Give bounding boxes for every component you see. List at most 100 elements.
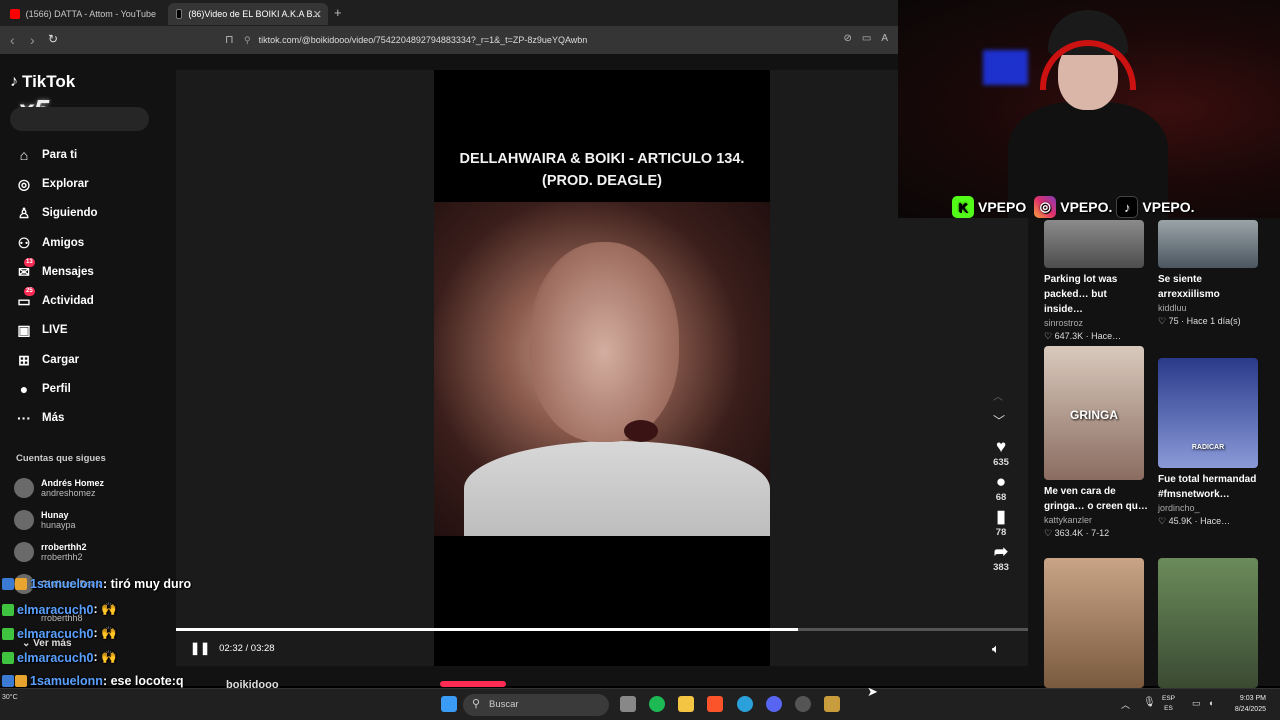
chat-username[interactable]: 1samuelonn: [30, 674, 103, 688]
pause-icon[interactable]: ❚❚: [190, 641, 210, 655]
video-thumbnail[interactable]: [1158, 220, 1258, 268]
discord-icon[interactable]: [766, 696, 782, 712]
sidebar-item-para-ti[interactable]: ⌂ Para ti: [0, 140, 176, 169]
speaker-icon[interactable]: ◖: [1208, 698, 1213, 708]
clock-time: 9:03 PM: [1239, 695, 1266, 702]
avatar: [14, 510, 34, 530]
neon-sign: [983, 50, 1028, 85]
tab-tiktok[interactable]: (86)Video de EL BOIKI A.K.A B... ✕: [168, 3, 328, 25]
tiktok-logo[interactable]: ♪ TikTok x5: [10, 72, 75, 125]
network-icon[interactable]: ▭: [1192, 698, 1201, 709]
comment-action[interactable]: ● 68: [988, 472, 1014, 503]
sidebar-item-perfil[interactable]: ● Perfil: [0, 374, 176, 403]
action-count: 635: [993, 457, 1009, 468]
sidebar-item-actividad[interactable]: ▭ 25 Actividad: [0, 286, 176, 315]
chat-username[interactable]: elmaracuch0: [17, 627, 93, 641]
following-item[interactable]: rroberthh2 rroberthh2: [14, 536, 174, 568]
forward-arrow-icon[interactable]: ›: [30, 32, 35, 48]
sidebar-item-live[interactable]: ▣ LIVE: [0, 316, 176, 345]
video-progress-fill: [176, 628, 798, 631]
heart-action[interactable]: ♥ 635: [988, 437, 1014, 468]
translate-icon[interactable]: A: [881, 33, 888, 44]
volume-icon[interactable]: 🔈︎: [992, 641, 1000, 657]
no-tracking-icon[interactable]: ⊘: [843, 33, 851, 44]
screen: (1566) DATTA - Attom - YouTube (86)Video…: [0, 0, 1280, 720]
following-icon: ♙: [17, 205, 31, 222]
sidebar-item-mensajes[interactable]: ✉ 13 Mensajes: [0, 257, 176, 286]
video-stats: ♡ 45.9K · Hace…: [1158, 516, 1231, 526]
mouse-cursor-icon: ➤: [867, 684, 878, 699]
social-handles: K VPEPO ◎ VPEPO. ♪ VPEPO.: [952, 196, 1195, 218]
weather-widget[interactable]: 30°C: [2, 694, 18, 701]
input-language[interactable]: ESP ES: [1162, 694, 1175, 714]
bookmark-action[interactable]: ▮ 78: [988, 507, 1014, 538]
picture-in-picture-icon[interactable]: ▭: [862, 33, 871, 44]
chat-username[interactable]: elmaracuch0: [17, 651, 93, 665]
following-item[interactable]: Hunay hunaypa: [14, 504, 174, 536]
video-actions: ♥ 635 ● 68 ▮ 78 ➦ 383: [988, 385, 1014, 573]
site-info-icon[interactable]: ⚲: [244, 35, 251, 46]
tab-title: (1566) DATTA - Attom - YouTube: [25, 9, 156, 19]
recommended-video[interactable]: [1158, 558, 1262, 688]
sidebar-item-amigos[interactable]: ⚇ Amigos: [0, 228, 176, 257]
url-field[interactable]: ⚲ tiktok.com/@boikidooo/video/7542204892…: [244, 30, 894, 50]
windows-start-icon[interactable]: [441, 696, 457, 712]
video-thumbnail[interactable]: GRINGA: [1044, 346, 1144, 480]
share-icon[interactable]: ➦: [988, 542, 1014, 562]
recommended-video[interactable]: GRINGA Me ven cara de gringa… o creen qu……: [1044, 346, 1148, 540]
video-author: kattykanzler: [1044, 515, 1093, 525]
chat-badge-icon: [2, 627, 14, 640]
recommended-video[interactable]: Se siente arrexxiilismo kiddluu ♡ 75 · Hac…: [1158, 220, 1262, 328]
chat-message: : 🙌: [93, 650, 117, 664]
lang-secondary: ES: [1164, 705, 1173, 712]
chat-username[interactable]: elmaracuch0: [17, 603, 93, 617]
home-icon: ⌂: [19, 146, 29, 163]
sidebar-item-más[interactable]: ··· Más: [0, 404, 176, 433]
video-thumbnail[interactable]: [1044, 558, 1144, 688]
tiktok-handle: VPEPO.: [1142, 199, 1195, 215]
tray-chevron-icon[interactable]: ︿: [1121, 698, 1130, 711]
file-explorer-icon[interactable]: [678, 696, 694, 712]
following-item[interactable]: Andrés Homez andreshomez: [14, 472, 174, 504]
sidebar-item-label: Amigos: [42, 236, 85, 249]
frame-head: [529, 242, 679, 442]
sidebar-item-explorar[interactable]: ◎ Explorar: [0, 169, 176, 198]
instagram-handle: VPEPO.: [1060, 199, 1113, 215]
search-icon: ⚲: [472, 698, 481, 710]
chat-username[interactable]: 1samuelonn: [30, 577, 103, 591]
recommended-video[interactable]: Parking lot was packed… but inside… sinro…: [1044, 220, 1148, 343]
taskbar-search[interactable]: ⚲ Buscar: [463, 694, 609, 716]
microphone-icon[interactable]: 🎙︎: [1143, 697, 1156, 708]
brave-browser-icon[interactable]: [707, 696, 723, 712]
search-input[interactable]: [10, 107, 149, 131]
bookmark-icon[interactable]: ▮: [988, 507, 1014, 527]
task-view-icon[interactable]: [620, 696, 636, 712]
sidebar-nav: ⌂ Para ti ◎ Explorar ♙ Siguiendo ⚇ Amigos ✉ 13 Men…: [0, 140, 176, 433]
new-tab-button[interactable]: +: [334, 5, 342, 20]
reload-icon[interactable]: ↻: [48, 32, 58, 46]
video-thumbnail[interactable]: [1158, 558, 1258, 688]
follow-button[interactable]: [440, 681, 506, 687]
video-progress-bar[interactable]: [176, 628, 1028, 631]
recommended-video[interactable]: [1044, 558, 1148, 688]
sidebar-item-cargar[interactable]: ⊞ Cargar: [0, 345, 176, 374]
share-action[interactable]: ➦ 383: [988, 542, 1014, 573]
chat-badge-icon: [15, 578, 27, 590]
sidebar-item-label: Actividad: [42, 295, 94, 308]
video-thumbnail[interactable]: [1044, 220, 1144, 268]
clock[interactable]: 9:03 PM 8/24/2025: [1235, 693, 1266, 715]
comment-icon[interactable]: ●: [988, 472, 1014, 492]
video-frame: [434, 202, 770, 536]
sidebar-item-siguiendo[interactable]: ♙ Siguiendo: [0, 199, 176, 228]
bookmark-page-icon[interactable]: ⊓: [225, 33, 234, 46]
video-thumbnail[interactable]: RADICAR: [1158, 358, 1258, 468]
spotify-icon[interactable]: [649, 696, 665, 712]
back-arrow-icon[interactable]: ‹: [10, 32, 15, 48]
recommended-video[interactable]: RADICAR Fue total hermandad #fmsnetwork… j…: [1158, 358, 1262, 528]
heart-icon[interactable]: ♥: [988, 437, 1014, 457]
obs-icon[interactable]: [795, 696, 811, 712]
telegram-icon[interactable]: [737, 696, 753, 712]
tab-youtube[interactable]: (1566) DATTA - Attom - YouTube: [2, 3, 164, 25]
league-icon[interactable]: [824, 696, 840, 712]
close-tab-icon[interactable]: ✕: [313, 8, 322, 21]
